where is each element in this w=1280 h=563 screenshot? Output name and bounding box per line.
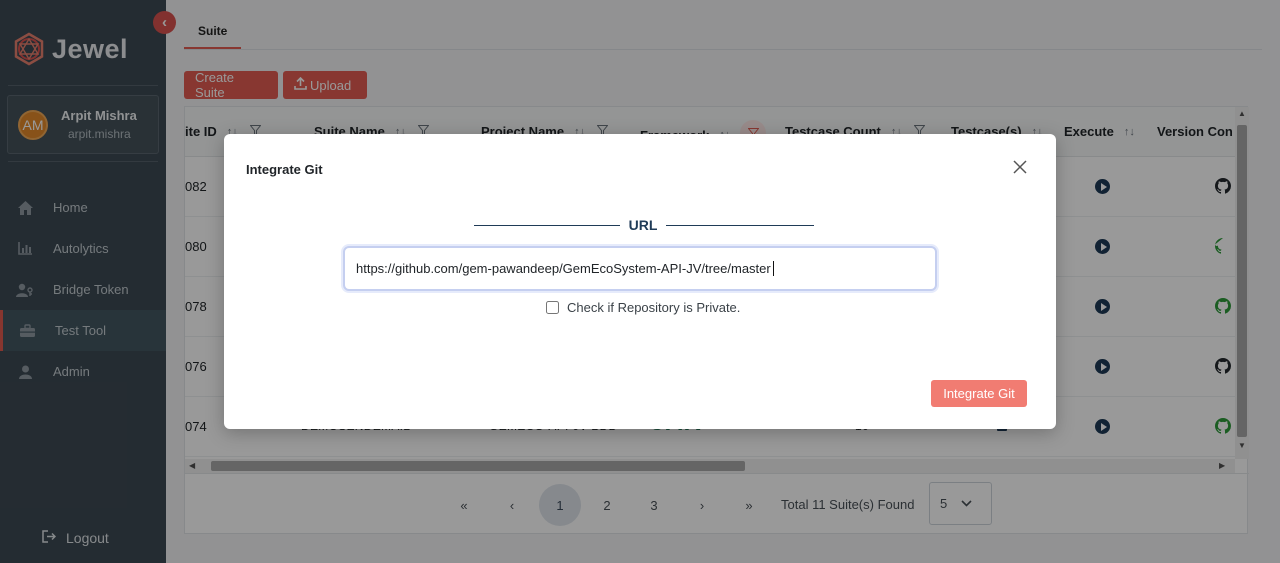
url-label: URL bbox=[628, 217, 658, 233]
modal-title: Integrate Git bbox=[246, 162, 323, 177]
integrate-git-modal: Integrate Git URL Check if Repository is… bbox=[224, 134, 1056, 429]
divider bbox=[666, 225, 814, 226]
text-caret bbox=[773, 261, 774, 276]
private-repo-option[interactable]: Check if Repository is Private. bbox=[546, 300, 740, 315]
private-repo-checkbox[interactable] bbox=[546, 301, 559, 314]
divider bbox=[474, 225, 620, 226]
private-repo-label: Check if Repository is Private. bbox=[567, 300, 741, 315]
url-section-heading: URL bbox=[474, 216, 814, 236]
repository-url-input[interactable] bbox=[343, 246, 937, 291]
integrate-git-button[interactable]: Integrate Git bbox=[931, 380, 1027, 407]
close-icon[interactable] bbox=[1011, 158, 1029, 176]
